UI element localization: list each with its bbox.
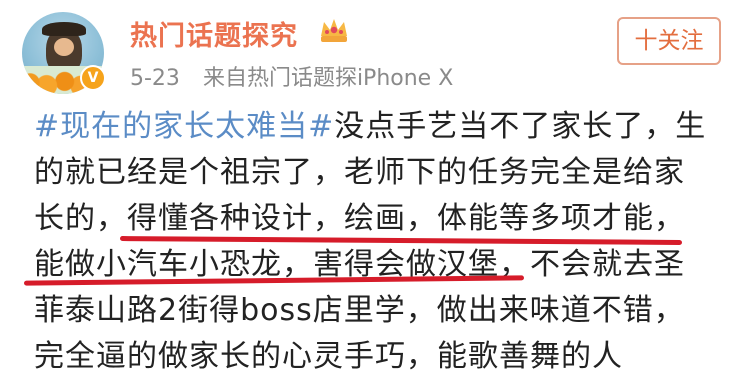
post-date: 5-23 [130,66,180,91]
post-line-text: 没点手艺当不了家长了，生 [334,109,707,144]
avatar-face [54,38,74,56]
avatar-hat [42,22,86,36]
post-source: 来自热门话题探iPhone X [202,66,454,91]
verified-v-icon: V [80,65,106,91]
crown-icon [321,19,347,42]
post-line-5: 菲泰山路2街得boss店里学，做出来味道不错， [34,293,685,328]
post-line-6: 完全逼的做家长的心灵手巧，能歌善舞的人 [34,339,623,374]
post-line-1: #现在的家长太难当#没点手艺当不了家长了，生 [34,104,734,150]
hashtag-link[interactable]: #现在的家长太难当# [34,109,334,144]
post-meta: 5-23 来自热门话题探iPhone X [130,60,453,92]
follow-button[interactable]: 十关注 [617,17,721,65]
post-line-2: 的就已经是个祖宗了，老师下的任务完全是给家 [34,155,685,190]
post-line-3: 长的，得懂各种设计，绘画，体能等多项才能， [34,201,685,236]
username[interactable]: 热门话题探究 [130,14,298,53]
